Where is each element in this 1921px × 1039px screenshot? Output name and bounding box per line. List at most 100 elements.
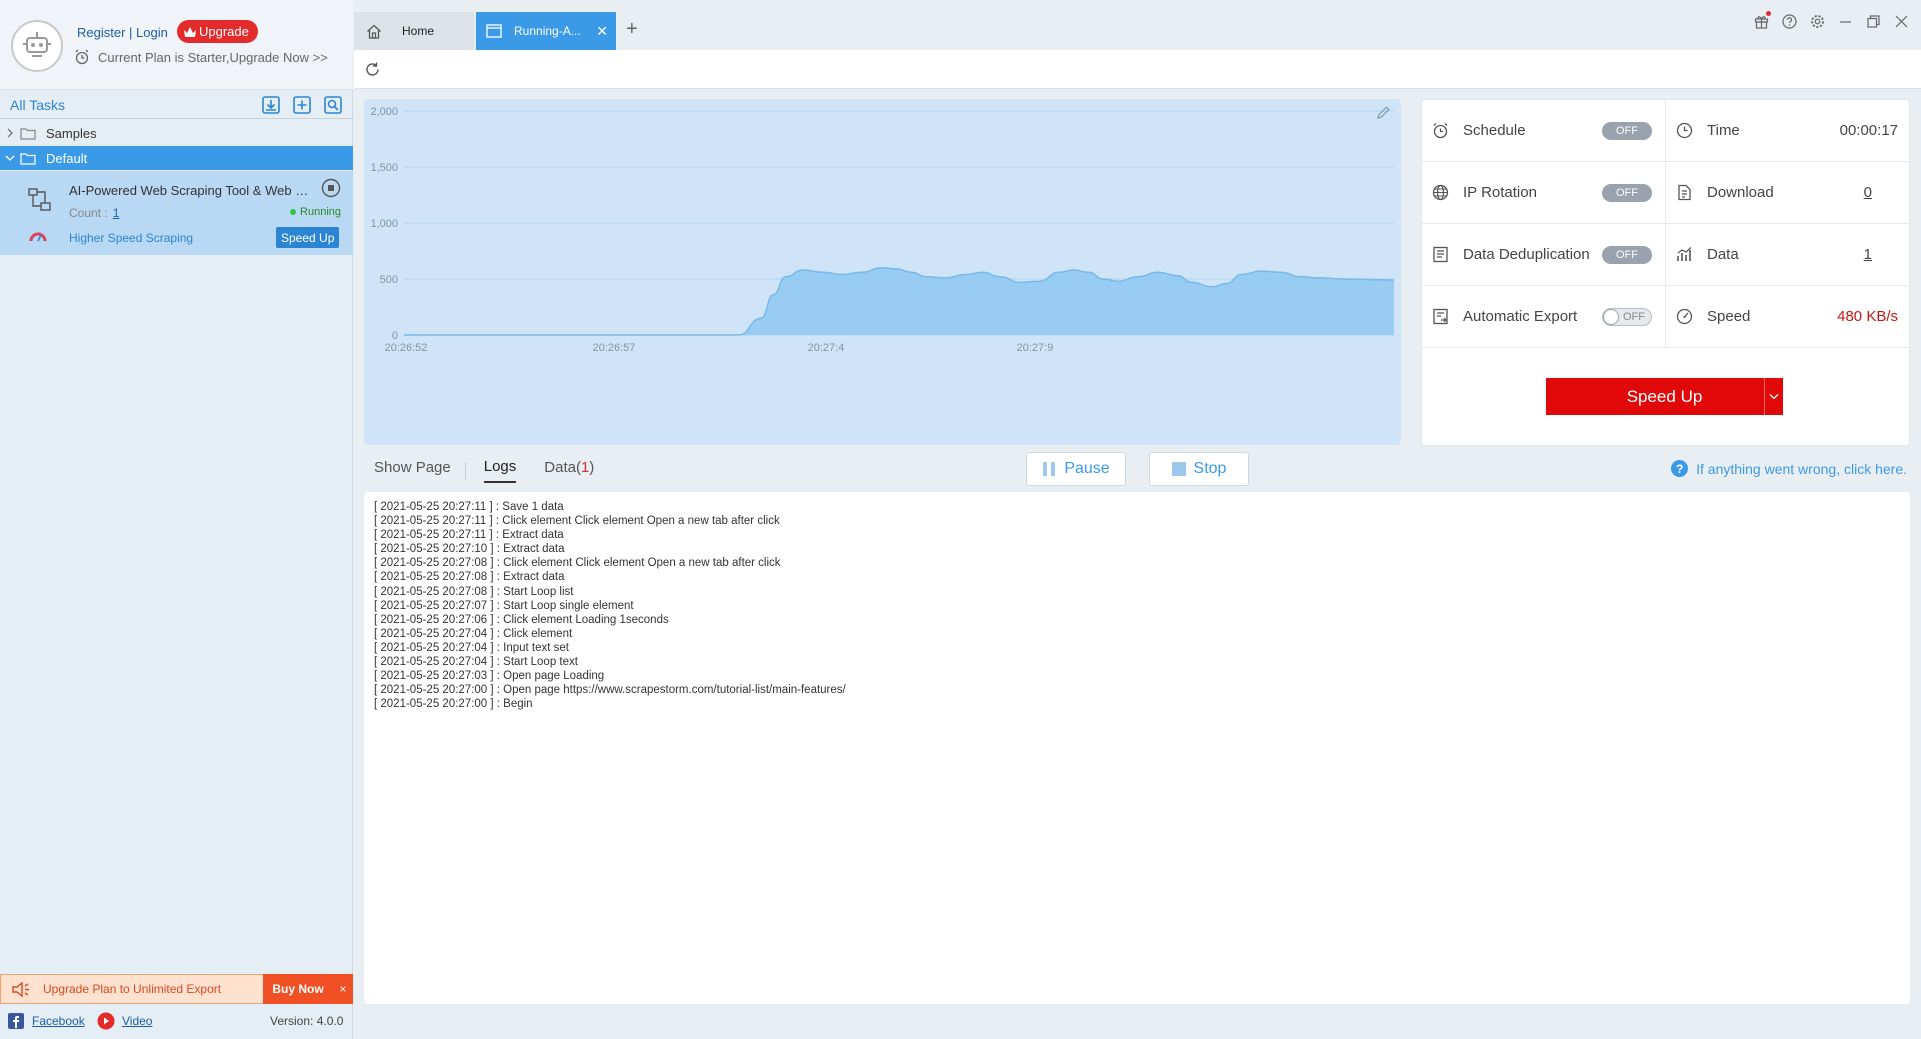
download-value[interactable]: 0 [1864,184,1872,201]
search-task-icon[interactable] [322,94,343,115]
help-icon[interactable] [1781,13,1797,29]
new-task-icon[interactable] [291,94,312,115]
log-line: [ 2021-05-25 20:27:04 ] : Click element [374,627,573,640]
flow-task-icon [27,187,53,213]
promo-close-button[interactable]: × [333,974,353,1004]
chart-canvas: 0 500 1,000 1,500 2,000 20:26:52 20:26:57 20:27… [370,106,1395,354]
buy-now-button[interactable]: Buy Now [263,974,333,1004]
close-window-icon[interactable] [1893,13,1909,29]
register-login-link[interactable]: Register | Login [77,25,168,40]
settings-gear-icon[interactable] [1809,13,1825,29]
folder-icon [20,127,38,140]
schedule-label: Schedule [1463,122,1526,139]
log-line: [ 2021-05-25 20:27:04 ] : Start Loop tex… [374,656,578,669]
log-line: [ 2021-05-25 20:27:11 ] : Click element … [374,515,780,528]
facebook-icon[interactable] [8,1013,24,1029]
plan-notice[interactable]: Current Plan is Starter,Upgrade Now >> [74,49,328,65]
count-value[interactable]: 1 [113,206,120,220]
plan-text: Current Plan is Starter,Upgrade Now >> [98,49,328,65]
avatar[interactable] [11,20,63,72]
speedometer-icon [29,229,47,243]
tab-data-close-paren: ) [589,459,595,476]
x-tick-label: 20:27:9 [1017,342,1054,354]
chevron-down-icon [1769,394,1779,400]
dedup-toggle[interactable]: OFF [1602,246,1652,264]
speaker-icon [11,981,31,998]
schedule-toggle[interactable]: OFF [1602,122,1652,140]
folder-icon [20,152,38,165]
all-tasks-label[interactable]: All Tasks [10,97,65,113]
tab-bar: Home Running-A... ✕ + [354,0,1921,50]
data-value[interactable]: 1 [1864,246,1872,263]
higher-speed-label[interactable]: Higher Speed Scraping [69,231,193,245]
ip-rotation-cell: IP Rotation OFF [1422,162,1666,224]
promo-text[interactable]: Upgrade Plan to Unlimited Export [43,982,221,996]
tab-logs[interactable]: Logs [483,458,517,483]
tab-home[interactable]: Home [354,12,474,50]
status-label: Running [300,206,341,218]
view-tabs: Show Page Logs Data(1) [374,458,594,483]
ip-rotation-toggle[interactable]: OFF [1602,184,1652,202]
notification-dot-icon [1766,11,1771,16]
task-title[interactable]: AI-Powered Web Scraping Tool & Web Dat..… [69,183,309,198]
add-tab-icon[interactable]: + [626,18,638,41]
help-link[interactable]: ? If anything went wrong, click here. [1671,460,1907,477]
stop-button[interactable]: Stop [1149,452,1249,486]
pause-label: Pause [1064,460,1110,477]
import-task-icon[interactable] [260,94,281,115]
log-line: [ 2021-05-25 20:27:06 ] : Click element … [374,613,669,626]
dedup-cell: Data Deduplication OFF [1422,224,1666,286]
y-tick-label: 1,000 [370,218,398,230]
log-panel: [ 2021-05-25 20:27:11 ] : Save 1 data [ 2… [364,492,1910,1004]
tab-data[interactable]: Data(1) [544,459,594,482]
y-tick-label: 0 [392,330,398,342]
status-dot-icon [290,209,297,215]
time-label: Time [1707,122,1740,139]
speed-value: 480 KB/s [1837,308,1898,325]
upgrade-button[interactable]: Upgrade [177,20,258,43]
question-icon: ? [1671,460,1689,477]
edit-pencil-icon[interactable] [1376,105,1391,120]
home-icon [366,24,382,39]
speed-up-button[interactable]: Speed Up [1546,378,1783,415]
window-icon [486,24,502,38]
download-cell: Download 0 [1666,162,1910,224]
facebook-link[interactable]: Facebook [32,1014,85,1028]
document-download-icon [1676,184,1693,201]
chevron-down-icon[interactable] [0,154,20,162]
log-line: [ 2021-05-25 20:27:03 ] : Open page Load… [374,670,605,683]
refresh-icon[interactable] [364,61,381,78]
auto-export-toggle[interactable]: OFF [1602,308,1652,326]
stop-icon [1171,462,1186,476]
minimize-icon[interactable] [1837,13,1853,29]
youtube-icon[interactable] [96,1012,116,1030]
stop-label: Stop [1193,460,1227,477]
task-count: Count : 1 [69,206,119,220]
speed-up-dropdown[interactable] [1764,378,1783,415]
speed-label: Speed [1707,308,1751,325]
log-line: [ 2021-05-25 20:27:04 ] : Input text set [374,641,569,654]
restore-icon[interactable] [1865,13,1881,29]
version-label: Version: 4.0.0 [270,1014,344,1028]
tab-running-task[interactable]: Running-A... ✕ [476,12,616,50]
x-tick-label: 20:26:57 [593,342,636,354]
tab-label: Home [402,24,435,38]
data-label: Data [1707,246,1739,263]
chevron-right-icon[interactable] [0,128,20,138]
task-item[interactable]: AI-Powered Web Scraping Tool & Web Dat..… [0,171,353,255]
tab-show-page[interactable]: Show Page [374,459,451,482]
close-icon[interactable]: ✕ [596,23,608,40]
gift-icon[interactable] [1753,11,1771,29]
speed-chart: 0 500 1,000 1,500 2,000 20:26:52 20:26:57 20:27… [364,99,1401,445]
sidebar-footer: Facebook Video Version: 4.0.0 [0,1011,353,1031]
folder-default[interactable]: Default [0,146,353,170]
folder-samples[interactable]: Samples [0,121,353,145]
stop-circle-icon[interactable] [321,178,341,198]
task-speed-up-button[interactable]: Speed Up [276,227,340,248]
count-label: Count : [69,206,108,220]
x-tick-label: 20:26:52 [385,342,428,354]
page-toolbar [354,50,1921,89]
clock-icon [1676,122,1693,139]
video-link[interactable]: Video [122,1014,152,1028]
pause-button[interactable]: Pause [1026,452,1126,486]
